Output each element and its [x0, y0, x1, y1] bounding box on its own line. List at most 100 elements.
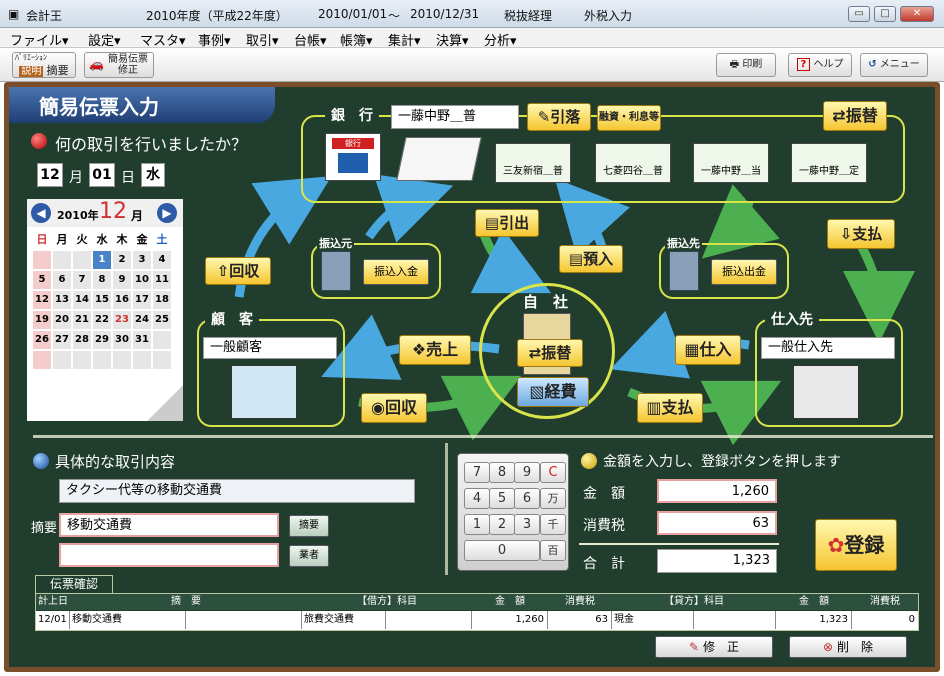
- calendar-day[interactable]: 20: [53, 311, 71, 329]
- bank-account-field[interactable]: 一藤中野＿普: [391, 105, 519, 129]
- finance-interest-button[interactable]: 融資・利息等: [597, 105, 661, 131]
- sales-button[interactable]: ❖売上: [399, 335, 471, 365]
- calendar-day[interactable]: 19: [33, 311, 51, 329]
- calendar-day[interactable]: 4: [153, 251, 171, 269]
- bank-card-3[interactable]: 一藤中野＿当: [693, 143, 769, 183]
- calendar-day[interactable]: 17: [133, 291, 151, 309]
- customer-field[interactable]: 一般顧客: [203, 337, 337, 359]
- menu-books[interactable]: 帳簿▾: [340, 30, 373, 49]
- bank-card-1[interactable]: 三友新宿＿普: [495, 143, 571, 183]
- calendar-day[interactable]: 11: [153, 271, 171, 289]
- key-0[interactable]: 0: [464, 540, 540, 561]
- simple-voucher-edit-button[interactable]: 🚗 簡易伝票 修正: [84, 52, 154, 78]
- key-5[interactable]: 5: [489, 488, 515, 509]
- withdraw-debit-button[interactable]: ✎引落: [527, 103, 591, 131]
- tax-input[interactable]: 63: [657, 511, 777, 535]
- calendar-day[interactable]: 31: [133, 331, 151, 349]
- menu-settings[interactable]: 設定▾: [88, 30, 121, 49]
- calendar-day[interactable]: 14: [73, 291, 91, 309]
- prev-month-icon[interactable]: ◀: [31, 203, 51, 223]
- edit-button[interactable]: ✎ 修 正: [655, 636, 773, 658]
- calendar-day[interactable]: 23: [113, 311, 131, 329]
- calendar-day[interactable]: 1: [93, 251, 111, 269]
- calendar-day[interactable]: 25: [153, 311, 171, 329]
- calendar-day[interactable]: 21: [73, 311, 91, 329]
- maximize-button[interactable]: □: [874, 6, 896, 22]
- summary-select-button[interactable]: 摘要: [289, 515, 329, 537]
- calendar-day[interactable]: 2: [113, 251, 131, 269]
- calendar-day[interactable]: 15: [93, 291, 111, 309]
- calendar-day[interactable]: 3: [133, 251, 151, 269]
- register-button[interactable]: ✿登録: [815, 519, 897, 571]
- minimize-button[interactable]: ▭: [848, 6, 870, 22]
- key-8[interactable]: 8: [489, 462, 515, 483]
- key-1[interactable]: 1: [464, 514, 490, 535]
- collect-button[interactable]: ◉回収: [361, 393, 427, 423]
- summary-input[interactable]: 移動交通費: [59, 513, 279, 537]
- purchase-button[interactable]: ▦仕入: [675, 335, 741, 365]
- store-icon[interactable]: [231, 365, 297, 419]
- month-field[interactable]: 12: [37, 163, 63, 187]
- explain-summary-button[interactable]: ﾊﾞﾘｴｰｼｮﾝ 説明 摘要: [12, 52, 76, 78]
- menu-analysis[interactable]: 分析▾: [484, 30, 517, 49]
- factory-icon[interactable]: [793, 365, 859, 419]
- deposit-button[interactable]: ▤預入: [559, 245, 623, 273]
- key-9[interactable]: 9: [514, 462, 540, 483]
- menu-file[interactable]: ファイル▾: [10, 30, 69, 49]
- print-button[interactable]: 🖶 印刷: [716, 53, 776, 77]
- calendar-day[interactable]: 30: [113, 331, 131, 349]
- calendar-day[interactable]: 26: [33, 331, 51, 349]
- key-sen[interactable]: 千: [540, 514, 566, 535]
- key-7[interactable]: 7: [464, 462, 490, 483]
- day-field[interactable]: 01: [89, 163, 115, 187]
- key-3[interactable]: 3: [514, 514, 540, 535]
- menu-ledger[interactable]: 台帳▾: [294, 30, 327, 49]
- close-button[interactable]: ✕: [900, 6, 934, 22]
- collect-up-button[interactable]: ⇧回収: [205, 257, 271, 285]
- table-row[interactable]: 12/01 移動交通費 旅費交通費 1,260 63 現金 1,323 0: [36, 611, 918, 630]
- calendar-day[interactable]: 18: [153, 291, 171, 309]
- menu-transactions[interactable]: 取引▾: [246, 30, 279, 49]
- calendar-day[interactable]: 12: [33, 291, 51, 309]
- calendar-day[interactable]: 10: [133, 271, 151, 289]
- key-4[interactable]: 4: [464, 488, 490, 509]
- key-man[interactable]: 万: [540, 488, 566, 509]
- calendar-day[interactable]: 8: [93, 271, 111, 289]
- help-button[interactable]: ? ヘルプ: [788, 53, 852, 77]
- menu-examples[interactable]: 事例▾: [198, 30, 231, 49]
- transfer-out-button[interactable]: 振込出金: [711, 259, 777, 285]
- bank-card-2[interactable]: 七菱四谷＿普: [595, 143, 671, 183]
- menu-master[interactable]: マスタ▾: [140, 30, 186, 49]
- vendor-select-button[interactable]: 業者: [289, 545, 329, 567]
- next-month-icon[interactable]: ▶: [157, 203, 177, 223]
- transfer-in-button[interactable]: 振込入金: [363, 259, 429, 285]
- menu-aggregate[interactable]: 集計▾: [388, 30, 421, 49]
- calendar-day[interactable]: 7: [73, 271, 91, 289]
- amount-input[interactable]: 1,260: [657, 479, 777, 503]
- summary-input-2[interactable]: [59, 543, 279, 567]
- key-6[interactable]: 6: [514, 488, 540, 509]
- withdraw-button[interactable]: ▤引出: [475, 209, 539, 237]
- calendar-day[interactable]: 6: [53, 271, 71, 289]
- bank-card-4[interactable]: 一藤中野＿定: [791, 143, 867, 183]
- calendar-day[interactable]: 5: [33, 271, 51, 289]
- company-transfer-button[interactable]: ⇄振替: [517, 339, 583, 367]
- key-2[interactable]: 2: [489, 514, 515, 535]
- pay-right-button[interactable]: ⇩支払: [827, 219, 895, 249]
- voucher-tab[interactable]: 伝票確認: [35, 575, 113, 593]
- key-hyaku[interactable]: 百: [540, 540, 566, 561]
- bank-transfer-button[interactable]: ⇄振替: [823, 101, 887, 131]
- expense-button[interactable]: ▧経費: [517, 377, 589, 407]
- calendar-day[interactable]: 16: [113, 291, 131, 309]
- calendar-day[interactable]: 28: [73, 331, 91, 349]
- key-clear[interactable]: C: [540, 462, 566, 483]
- calendar-day[interactable]: 22: [93, 311, 111, 329]
- calendar-day[interactable]: 24: [133, 311, 151, 329]
- pay-button[interactable]: ▥支払: [637, 393, 703, 423]
- menu-closing[interactable]: 決算▾: [436, 30, 469, 49]
- supplier-field[interactable]: 一般仕入先: [761, 337, 895, 359]
- menu-return-button[interactable]: ↺ メニュー: [860, 53, 928, 77]
- calendar-day[interactable]: 29: [93, 331, 111, 349]
- delete-button[interactable]: ⊗ 削 除: [789, 636, 907, 658]
- calendar-day[interactable]: 9: [113, 271, 131, 289]
